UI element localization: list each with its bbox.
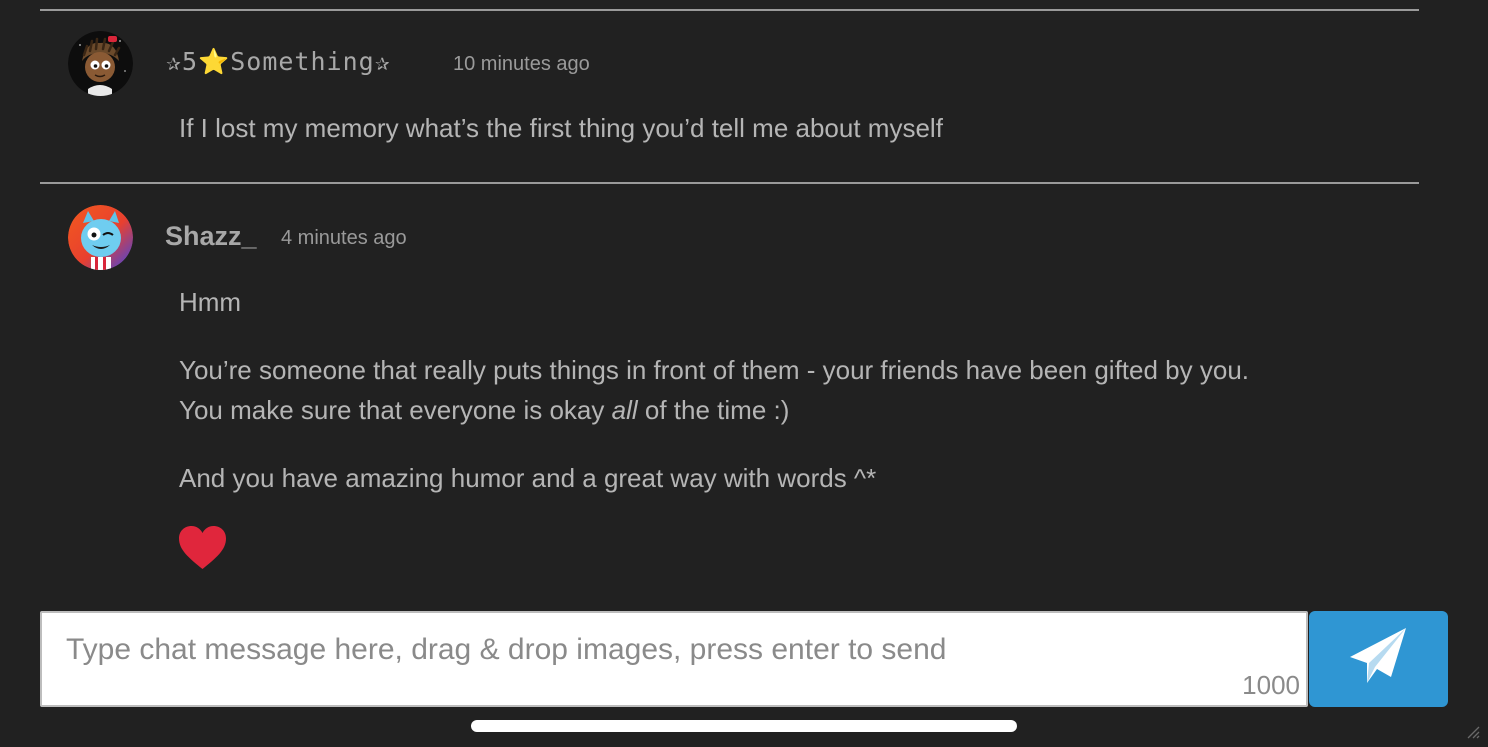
character-count: 1000 [1242, 670, 1300, 700]
gumball-cat-avatar-icon[interactable] [68, 205, 133, 270]
message-timestamp: 4 minutes ago [281, 227, 407, 249]
message-text: If I lost my memory what’s the first thi… [179, 113, 943, 143]
send-button[interactable] [1309, 611, 1448, 707]
chat-message-input[interactable] [42, 613, 1306, 705]
message-text-segment: You make sure that everyone is okay [179, 395, 605, 425]
home-indicator[interactable] [471, 720, 1017, 732]
message-text: And you have amazing humor and a great w… [179, 463, 877, 493]
message-divider [40, 182, 1419, 184]
message-text: You’re someone that really puts things i… [179, 355, 1249, 385]
message-username[interactable]: Shazz_ [165, 221, 257, 252]
message-text: You make sure that everyone is okay all … [179, 395, 789, 426]
message-text-italic: all [611, 395, 638, 425]
cartoon-character-avatar-icon[interactable] [68, 31, 133, 96]
heart-icon [179, 526, 226, 569]
message-timestamp: 10 minutes ago [453, 53, 590, 75]
paper-plane-icon [1350, 628, 1406, 683]
message-text-segment: of the time :) [644, 395, 790, 425]
message-divider [40, 9, 1419, 11]
message-text: Hmm [179, 287, 242, 317]
message-username[interactable]: ✰5⭐Something✰ [166, 47, 391, 77]
chat-window: ✰5⭐Something✰ 10 minutes ago If I lost m… [0, 0, 1488, 747]
resize-grip-icon[interactable] [1464, 723, 1480, 739]
chat-composer: 1000 [40, 611, 1308, 707]
